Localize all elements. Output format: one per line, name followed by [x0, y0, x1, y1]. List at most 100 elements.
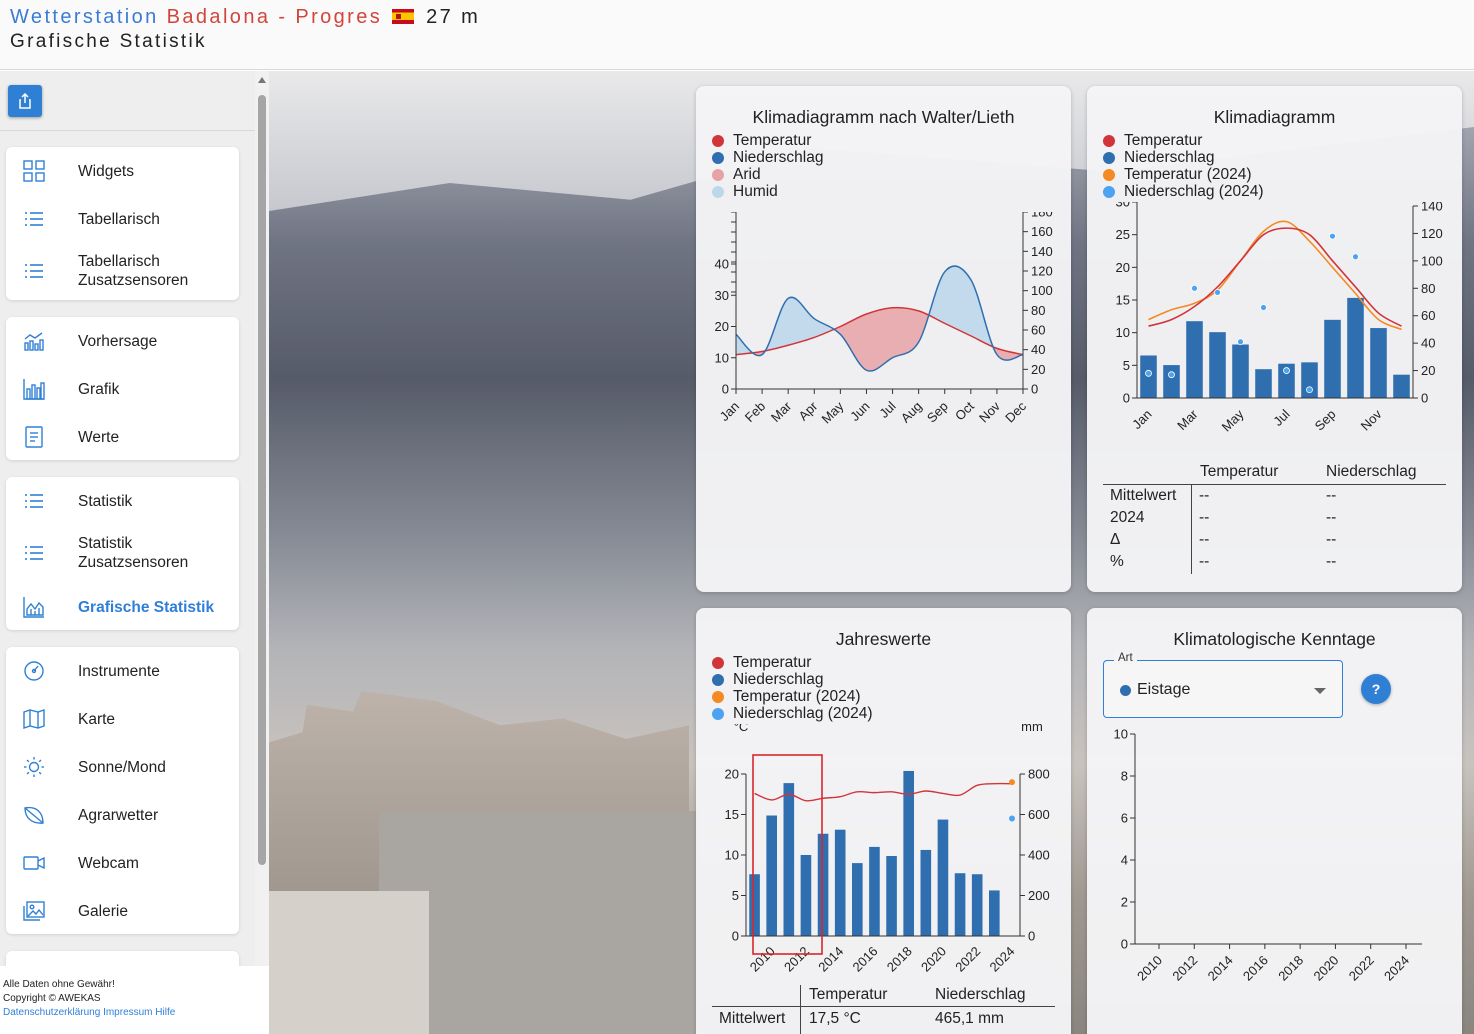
bar-niederschlag	[1255, 369, 1272, 398]
legend-item-temperatur-2024[interactable]: Temperatur (2024)	[712, 688, 873, 705]
table-rule	[800, 985, 801, 1034]
y-tick-label: 140	[1031, 244, 1053, 259]
nav-label: Karte	[78, 710, 116, 728]
x-tick-label: 2022	[1346, 953, 1377, 984]
legend-item-niederschlag-2024[interactable]: Niederschlag (2024)	[1103, 183, 1264, 200]
legend-label: Niederschlag	[733, 149, 824, 166]
nav-label: Sonne/Mond	[78, 758, 166, 776]
help-link[interactable]: Hilfe	[155, 1007, 175, 1018]
y-tick-label: 100	[1421, 253, 1443, 268]
nav-item-tabellarisch[interactable]: Tabellarisch	[6, 199, 239, 239]
x-tick-label: Jan	[1129, 407, 1154, 432]
y-tick-label: 800	[1028, 767, 1050, 782]
y-tick-label: 0	[732, 929, 739, 944]
nav-item-statistik-zusatzsensoren[interactable]: Statistik Zusatzsensoren	[6, 533, 239, 573]
cell-precip: 465,1 mm	[935, 1010, 1004, 1027]
y-tick-label: 8	[1121, 769, 1128, 784]
row-label: %	[1110, 553, 1124, 570]
legend-dot	[712, 151, 724, 164]
gauge-icon	[24, 661, 44, 681]
share-button[interactable]	[8, 85, 42, 117]
scroll-thumb[interactable]	[258, 95, 266, 865]
y-tick-label: 20	[725, 767, 739, 782]
legend-label: Niederschlag (2024)	[1124, 183, 1264, 200]
bar-niederschlag	[1209, 332, 1226, 398]
y-axis-label-left: °C	[1120, 202, 1135, 205]
bar-niederschlag	[834, 829, 846, 936]
cell-temp: --	[1199, 487, 1210, 504]
legend-item-arid[interactable]: Arid	[712, 166, 823, 183]
y-tick-label: 160	[1031, 224, 1053, 239]
disclaimer-text: Alle Daten ohne Gewähr!	[3, 979, 115, 990]
y-tick-label: 60	[1031, 323, 1045, 338]
nav-item-widgets[interactable]: Widgets	[6, 151, 239, 191]
legend-item-niederschlag[interactable]: Niederschlag	[1103, 149, 1264, 166]
sidebar-footer: Alle Daten ohne Gewähr! Copyright © AWEK…	[0, 966, 269, 1034]
page-subtitle: Grafische Statistik	[10, 31, 207, 52]
footer-links: Datenschutzerklärung Impressum Hilfe	[3, 1006, 269, 1020]
nav-item-instrumente[interactable]: Instrumente	[6, 651, 239, 691]
legend-item-temperatur[interactable]: Temperatur	[1103, 132, 1264, 149]
document-icon	[25, 426, 43, 448]
nav-group-4: Instrumente Karte Sonne/Mond Agrarwetter…	[6, 647, 239, 934]
legend-item-niederschlag-2024[interactable]: Niederschlag (2024)	[712, 705, 873, 722]
y-tick-label: 10	[1114, 728, 1128, 742]
x-tick-label: May	[1219, 406, 1247, 434]
nav-item-vorhersage[interactable]: Vorhersage	[6, 321, 239, 361]
y-tick-label: 40	[1421, 336, 1435, 351]
legend-item-temperatur[interactable]: Temperatur	[712, 132, 823, 149]
chart-legend: Temperatur Niederschlag Temperatur (2024…	[1103, 132, 1264, 200]
x-tick-label: Oct	[952, 398, 977, 423]
nav-label: Statistik Zusatzsensoren	[78, 535, 189, 571]
y-tick-label: 100	[1031, 283, 1053, 298]
privacy-link[interactable]: Datenschutzerklärung	[3, 1007, 100, 1018]
legend-dot	[712, 690, 724, 703]
legend-item-temperatur-2024[interactable]: Temperatur (2024)	[1103, 166, 1264, 183]
legend-item-humid[interactable]: Humid	[712, 183, 823, 200]
y-tick-label: 30	[715, 288, 729, 303]
x-tick-label: 2010	[1134, 953, 1165, 984]
y-tick-label: 10	[1116, 325, 1130, 340]
y-tick-label: 2	[1121, 895, 1128, 910]
bar-niederschlag	[937, 819, 949, 936]
point-niederschlag-2024	[1009, 815, 1015, 822]
legend-item-temperatur[interactable]: Temperatur	[712, 654, 873, 671]
chevron-down-icon[interactable]	[1314, 688, 1326, 694]
bar-chart-icon	[23, 379, 45, 400]
point-temperatur-2024	[1009, 779, 1015, 786]
nav-item-sonne-mond[interactable]: Sonne/Mond	[6, 747, 239, 787]
legend-item-niederschlag[interactable]: Niederschlag	[712, 671, 873, 688]
nav-item-webcam[interactable]: Webcam	[6, 843, 239, 883]
nav-label: Tabellarisch Zusatzsensoren	[78, 253, 189, 289]
y-tick-label: 600	[1028, 807, 1050, 822]
nav-item-werte[interactable]: Werte	[6, 417, 239, 457]
nav-item-statistik[interactable]: Statistik	[6, 481, 239, 521]
imprint-link[interactable]: Impressum	[103, 1007, 152, 1018]
bar-niederschlag	[1140, 355, 1157, 398]
nav-item-grafik[interactable]: Grafik	[6, 369, 239, 409]
help-button[interactable]: ?	[1361, 674, 1391, 704]
sidebar-scrollbar[interactable]	[255, 71, 269, 966]
select-label: Art	[1114, 652, 1137, 664]
bar-niederschlag	[886, 856, 897, 936]
col-header-niederschlag: Niederschlag	[1326, 463, 1417, 480]
x-tick-label: 2024	[1381, 953, 1412, 984]
nav-item-grafische-statistik[interactable]: Grafische Statistik	[6, 587, 239, 627]
y-tick-label: 20	[1031, 362, 1045, 377]
nav-label: Galerie	[78, 902, 128, 920]
chart-legend: Temperatur Niederschlag Temperatur (2024…	[712, 654, 873, 722]
legend-dot	[712, 168, 724, 181]
nav-item-galerie[interactable]: Galerie	[6, 891, 239, 931]
bar-niederschlag	[783, 783, 795, 936]
scroll-up-arrow-icon[interactable]	[258, 77, 266, 83]
y-tick-label: 0	[1028, 929, 1035, 944]
nav-item-karte[interactable]: Karte	[6, 699, 239, 739]
nav-item-agrarwetter[interactable]: Agrarwetter	[6, 795, 239, 835]
legend-dot	[712, 673, 724, 686]
list-icon	[25, 264, 43, 278]
legend-item-niederschlag[interactable]: Niederschlag	[712, 149, 823, 166]
main-content: Klimadiagramm nach Walter/Lieth Temperat…	[269, 71, 1474, 1034]
bar-niederschlag	[869, 846, 880, 936]
art-select[interactable]: Art Eistage	[1103, 652, 1343, 718]
nav-item-tabellarisch-zusatzsensoren[interactable]: Tabellarisch Zusatzsensoren	[6, 251, 239, 291]
